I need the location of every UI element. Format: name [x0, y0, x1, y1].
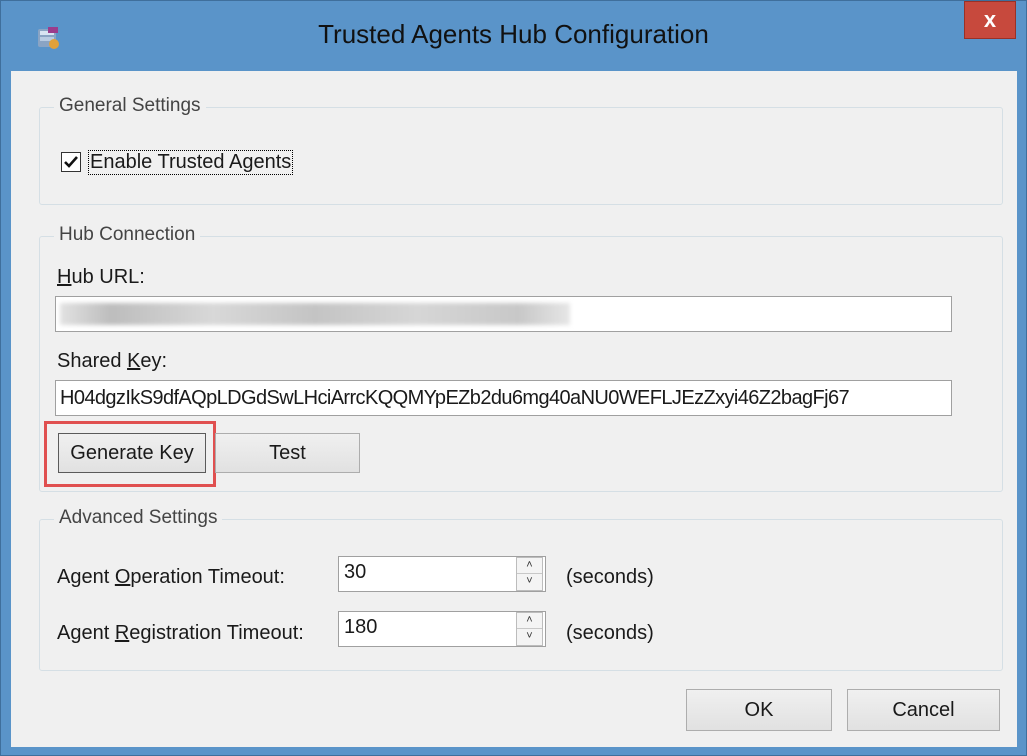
general-settings-label: General Settings — [54, 95, 206, 117]
shared-key-input[interactable]: H04dgzIkS9dfAQpLDGdSwLHciArrcKQQMYpEZb2d… — [55, 380, 952, 416]
spin-down-icon[interactable]: ˅ — [517, 629, 542, 645]
generate-key-button[interactable]: Generate Key — [58, 433, 206, 473]
shared-key-label: Shared Key: — [57, 350, 168, 372]
operation-timeout-value: 30 — [344, 561, 367, 583]
dialog-body: General Settings Enable Trusted Agents H… — [11, 71, 1017, 747]
advanced-settings-group: Advanced Settings — [39, 507, 1003, 671]
operation-timeout-unit: (seconds) — [566, 566, 654, 588]
registration-timeout-label: Agent Registration Timeout: — [57, 622, 304, 644]
spin-down-icon[interactable]: ˅ — [517, 574, 542, 590]
spin-up-icon[interactable]: ˄ — [517, 558, 542, 574]
operation-timeout-input[interactable]: 30 — [338, 556, 546, 592]
registration-timeout-input[interactable]: 180 — [338, 611, 546, 647]
registration-timeout-spinner[interactable]: ˄ ˅ — [516, 612, 543, 646]
blurred-url-region — [60, 303, 570, 325]
ok-button[interactable]: OK — [686, 689, 832, 731]
test-label: Test — [269, 442, 306, 464]
operation-timeout-spinner[interactable]: ˄ ˅ — [516, 557, 543, 591]
registration-timeout-value: 180 — [344, 616, 378, 638]
advanced-settings-label: Advanced Settings — [54, 507, 223, 529]
dialog-window: Trusted Agents Hub Configuration x Gener… — [0, 0, 1027, 756]
window-title: Trusted Agents Hub Configuration — [318, 19, 709, 49]
title-bar[interactable]: Trusted Agents Hub Configuration x — [1, 1, 1026, 71]
enable-trusted-agents-label[interactable]: Enable Trusted Agents — [88, 150, 294, 175]
checkmark-icon — [64, 156, 78, 168]
operation-timeout-label: Agent Operation Timeout: — [57, 566, 285, 588]
close-button[interactable]: x — [964, 1, 1016, 39]
cancel-label: Cancel — [892, 699, 955, 721]
enable-trusted-agents-checkbox[interactable] — [61, 152, 81, 172]
generate-key-label: Generate Key — [70, 442, 194, 464]
hub-url-input[interactable] — [55, 296, 952, 332]
registration-timeout-unit: (seconds) — [566, 622, 654, 644]
hub-url-label: Hub URL: — [57, 266, 145, 288]
hub-connection-label: Hub Connection — [54, 224, 201, 246]
spin-up-icon[interactable]: ˄ — [517, 613, 542, 629]
ok-label: OK — [744, 699, 774, 721]
cancel-button[interactable]: Cancel — [847, 689, 1000, 731]
test-button[interactable]: Test — [215, 433, 360, 473]
shared-key-value: H04dgzIkS9dfAQpLDGdSwLHciArrcKQQMYpEZb2d… — [60, 387, 850, 409]
